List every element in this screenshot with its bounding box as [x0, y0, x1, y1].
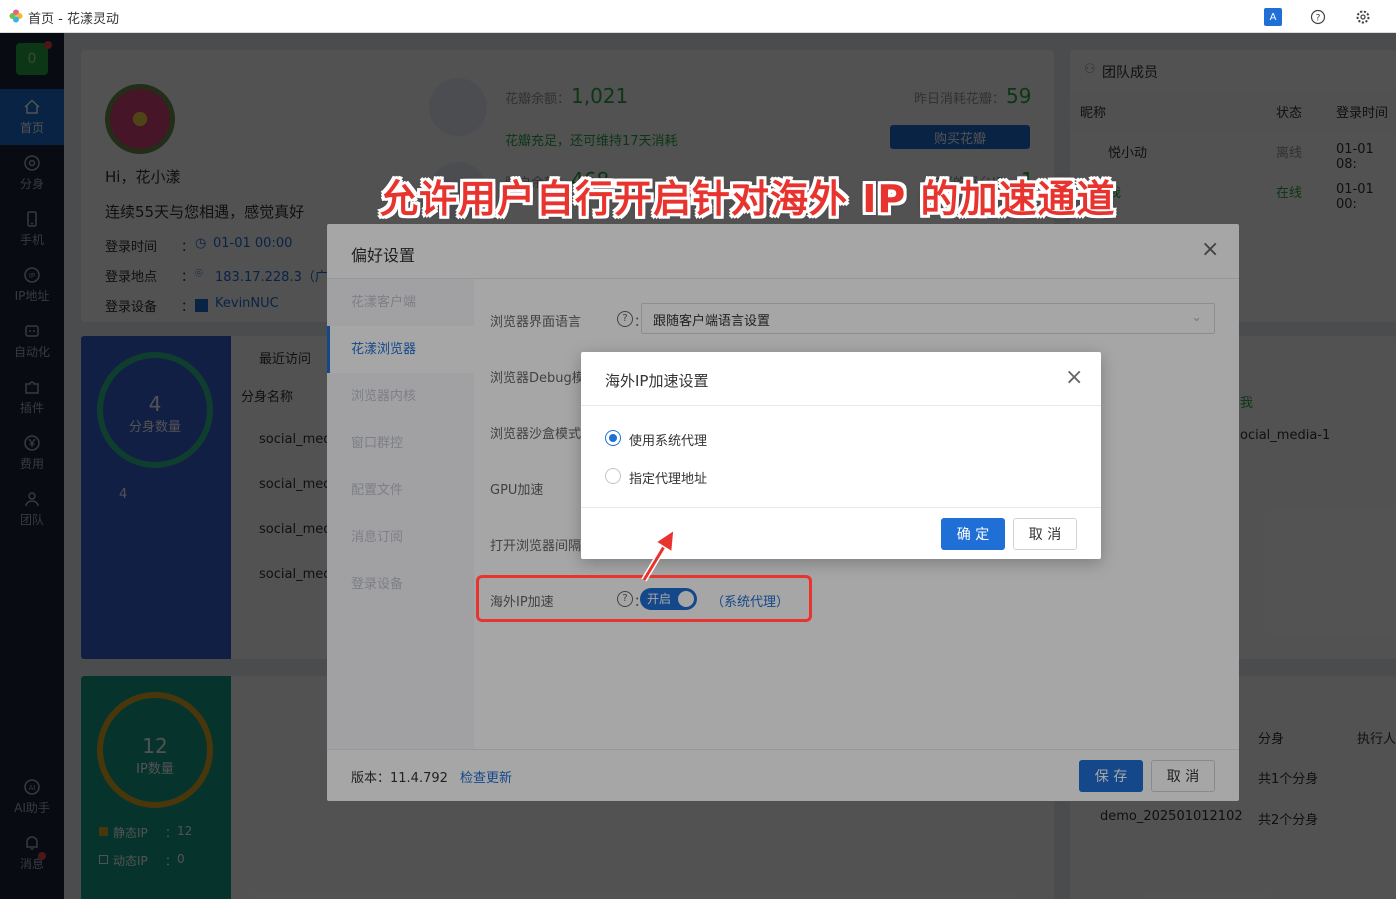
dialog-title: 海外IP加速设置 [605, 372, 709, 390]
system-proxy-label[interactable]: 使用系统代理 [629, 430, 707, 449]
dialog-header: 海外IP加速设置 × [581, 352, 1101, 406]
close-icon[interactable]: × [1065, 366, 1083, 390]
system-proxy-radio[interactable] [605, 430, 621, 446]
svg-text:?: ? [1316, 14, 1321, 24]
custom-proxy-label[interactable]: 指定代理地址 [629, 468, 707, 487]
annotation-caption: 允许用户自行开启针对海外 IP 的加速通道 [380, 177, 1116, 221]
window-title: 首页 - 花漾灵动 [28, 12, 119, 27]
settings-gear-icon[interactable] [1354, 8, 1372, 26]
arrow-icon [641, 528, 675, 582]
confirm-button[interactable]: 确 定 [941, 518, 1005, 550]
app-logo-icon [9, 9, 23, 23]
translate-icon[interactable]: A [1264, 8, 1282, 26]
help-icon[interactable]: ? [1309, 8, 1327, 26]
cancel-button[interactable]: 取 消 [1013, 518, 1077, 550]
custom-proxy-radio[interactable] [605, 468, 621, 484]
title-bar: 首页 - 花漾灵动 A ? [0, 0, 1396, 33]
